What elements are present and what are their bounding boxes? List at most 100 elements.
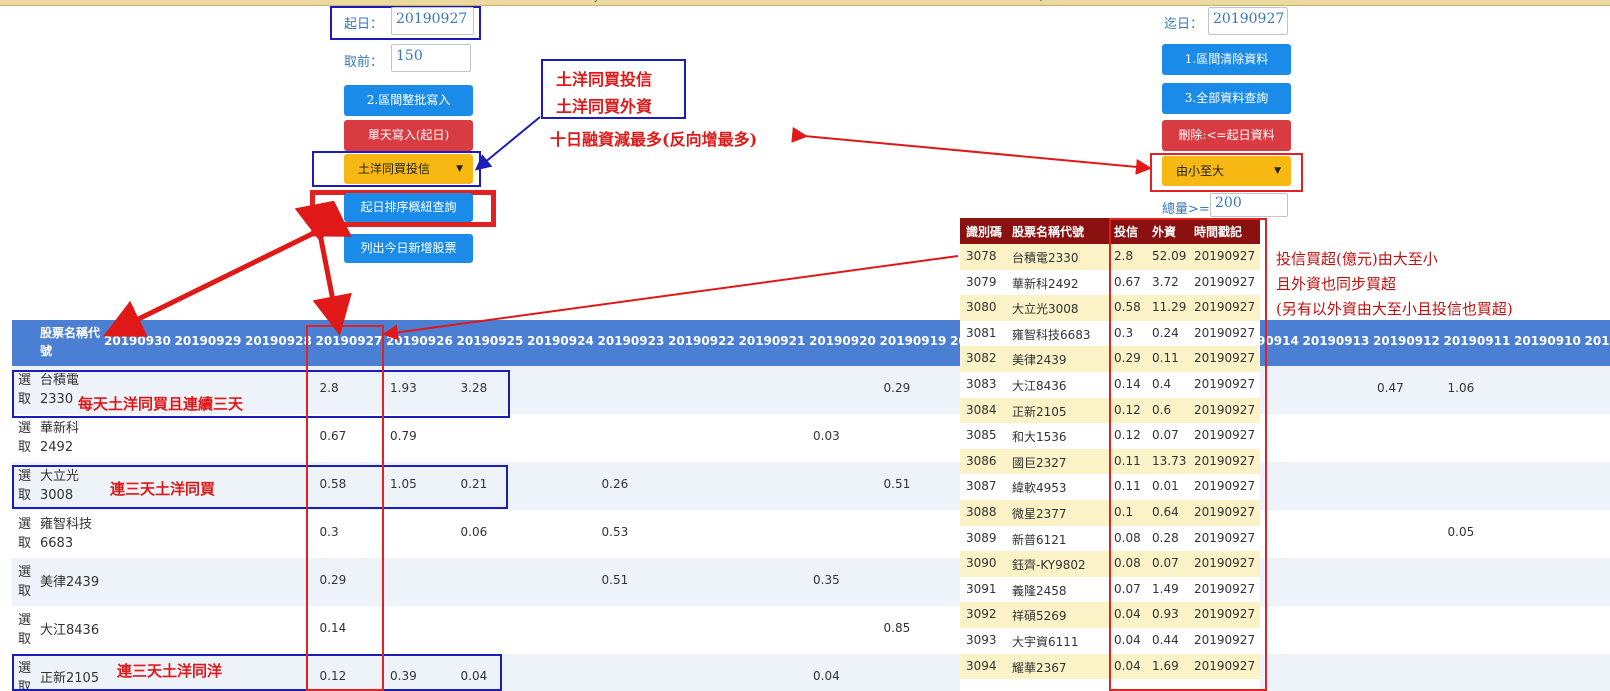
delete-before-button[interactable]: 刪除:<=起日資料 [1162,120,1291,151]
ranked-cell: 3086 [966,453,997,468]
mode-select-value: 土洋同買投信 [358,162,431,176]
value-cell: 0.29 [883,381,911,395]
column-letter: B [91,0,97,3]
ranked-cell: 3087 [966,479,997,494]
list-new-stocks-button[interactable]: 列出今日新增股票 [344,234,473,263]
total-volume-input[interactable]: 200 [1210,193,1288,217]
value-cell: 0.06 [460,525,488,539]
end-date-label: 迄日： [1164,17,1204,32]
ranked-cell: 3088 [966,505,997,519]
column-letter: C [154,0,160,3]
value-cell: 0.04 [813,669,840,683]
column-letter: U [1288,0,1295,3]
ranked-cell: 華新科2492 [1012,276,1079,291]
column-letter: G [406,0,413,3]
date-column-header[interactable]: 20190910 [1514,334,1581,348]
right-annotation-line2: 且外資也同步買超 [1276,275,1397,293]
ranked-cell: 台積電2330 [1012,251,1079,265]
value-cell: 0.79 [390,429,417,443]
ranked-cell: 3082 [966,351,997,366]
ranked-cell: 3079 [966,274,997,289]
order-select-dropdown[interactable]: 由小至大 ▼ [1162,156,1291,186]
ranked-cell: 3091 [966,581,997,596]
take-top-label: 取前： [344,55,384,70]
date-column-header[interactable]: 20190913 [1303,334,1370,348]
date-column-header[interactable]: 20190912 [1373,334,1440,348]
ranked-cell: 3083 [966,377,997,391]
ranked-cell: 祥碩5269 [1012,609,1067,624]
date-column-header[interactable]: 20190929 [175,334,242,348]
table-row: 選取 雍智科技 6683 0.3 0.06 0.53 0.05 [12,510,1610,558]
ranked-cell: 大江8436 [1012,379,1067,393]
ranked-cell: 鈺齊-KY9802 [1012,558,1086,573]
column-letter: P [973,0,978,3]
ranked-column-header[interactable]: 股票名稱代號 [1012,223,1084,240]
mode-option-2-text: 土洋同買外資 [556,97,653,116]
column-letter: D [217,0,224,3]
single-day-write-button[interactable]: 單天寫入(起日) [344,120,473,151]
ranked-cell: 新普6121 [1012,532,1067,547]
date-column-header[interactable]: 20190924 [527,334,594,348]
date-column-header[interactable]: 20190919 [880,334,947,348]
date-column-header[interactable]: 20190922 [668,334,735,348]
take-top-input[interactable]: 150 [391,44,471,72]
column-letter: Z [1603,0,1609,3]
ranked-cell: 3090 [966,556,997,571]
date-column-header[interactable]: 20190925 [457,334,524,348]
stock-name-cell: 雍智科技 6683 [40,517,93,551]
column-letter: E [280,0,286,3]
date-column-header[interactable]: 20190909 [1585,334,1610,348]
row-select-link[interactable]: 選取 [18,563,32,601]
clear-range-button[interactable]: 1.區間清除資料 [1162,44,1291,75]
table-row: 選取 美律2439 0.29 0.51 0.35 [12,558,1610,606]
ranked-cell: 微星2377 [1012,507,1067,521]
right-annotation-line3: (另有以外資由大至小且投信也買超) [1276,300,1513,318]
ranked-cell: 國巨2327 [1012,455,1067,470]
date-column-header[interactable]: 20190926 [386,334,453,348]
column-letter: M [784,0,792,3]
column-letter: N [847,0,854,3]
ranked-cell: 義隆2458 [1012,583,1067,598]
results-table-header: 股票名稱代號 20190930 20190929 20190928 20190927 2… [12,320,1610,366]
table-row: 選取 華新科 2492 0.67 0.79 0.03 [12,414,1610,462]
ranked-cell: 和大1536 [1012,430,1067,445]
ranked-cell: 美律2439 [1012,353,1067,368]
ranked-column-header[interactable]: 識別碼 [966,223,1002,240]
total-volume-label: 總量>= [1162,202,1210,217]
ranked-cell: 大宇資6111 [1012,635,1079,649]
start-date-input[interactable]: 20190927 [391,7,474,35]
value-cell: 0.03 [813,429,840,443]
row-select-link[interactable]: 選取 [18,515,32,553]
column-letter: S [1162,0,1168,3]
value-cell: 0.51 [883,477,911,491]
query-all-button[interactable]: 3.全部資料查詢 [1162,83,1291,114]
column-letter: X [1477,0,1483,3]
column-letter: Y [1540,0,1546,3]
investment-columns-highlight [1109,218,1267,691]
row7-annotation-text: 連三天土洋同洋 [117,662,223,680]
stock-name-cell: 美律2439 [40,575,100,590]
end-date-input[interactable]: 20190927 [1208,7,1288,35]
selected-date-column-highlight [306,325,384,691]
column-letter: T [1225,0,1231,3]
date-column-header[interactable]: 20190928 [245,334,312,348]
ranked-cell: 緯軟4953 [1012,481,1067,496]
row-select-link[interactable]: 選取 [18,611,32,649]
chevron-down-icon: ▼ [1274,166,1281,176]
column-letter: W [1414,0,1423,3]
date-column-header[interactable]: 20190923 [598,334,665,348]
column-letter: J [595,0,598,3]
mode-select-dropdown[interactable]: 土洋同買投信 ▼ [344,154,473,184]
column-letter: A [28,0,34,3]
arrow-mode-to-dropdown [474,116,541,171]
date-column-header[interactable]: 20190911 [1444,334,1511,348]
ranked-cell: 3092 [966,607,997,622]
date-column-header[interactable]: 20190921 [739,334,806,348]
arrow-sort-to-name-header [103,200,352,337]
date-column-header[interactable]: 20190930 [104,334,171,348]
batch-write-button[interactable]: 2.區間整批寫入 [344,85,473,116]
sort-query-button[interactable]: 起日排序概紐查詢 [344,193,473,222]
date-column-header[interactable]: 20190920 [809,334,876,348]
row-select-link[interactable]: 選取 [18,419,32,457]
chevron-down-icon: ▼ [456,164,463,174]
